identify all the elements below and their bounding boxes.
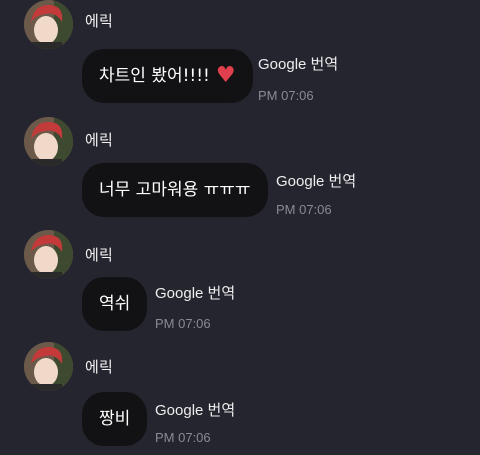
avatar[interactable]	[24, 117, 73, 166]
translate-label: 번역	[207, 401, 236, 419]
message-text: 너무 고마워용 ㅠㅠㅠ	[99, 180, 251, 200]
message-text: 역쉬	[99, 294, 131, 314]
google-translate-link[interactable]: Google 번역	[258, 53, 338, 74]
avatar[interactable]	[24, 342, 73, 391]
avatar[interactable]	[24, 230, 73, 279]
message-group: 에릭 역쉬 Google 번역 PM 07:06	[0, 230, 480, 340]
avatar[interactable]	[24, 0, 73, 49]
translate-brand: Google	[276, 173, 325, 190]
google-translate-link[interactable]: Google 번역	[155, 282, 235, 303]
message-bubble[interactable]: 너무 고마워용 ㅠㅠㅠ	[82, 163, 268, 217]
translate-label: 번역	[328, 172, 357, 190]
message-group: 에릭 짱비 Google 번역 PM 07:06	[0, 342, 480, 455]
translate-label: 번역	[310, 55, 339, 73]
message-timestamp: PM 07:06	[155, 316, 211, 331]
translate-brand: Google	[258, 56, 307, 73]
sender-name: 에릭	[85, 358, 114, 376]
message-group: 에릭 너무 고마워용 ㅠㅠㅠ Google 번역 PM 07:06	[0, 117, 480, 227]
google-translate-link[interactable]: Google 번역	[155, 399, 235, 420]
heart-icon: ♥	[215, 63, 236, 88]
translate-label: 번역	[207, 284, 236, 302]
sender-name: 에릭	[85, 246, 114, 264]
message-timestamp: PM 07:06	[155, 430, 211, 445]
message-group: 에릭 차트인 봤어!!!! ♥ Google 번역 PM 07:06	[0, 0, 480, 110]
message-text: 차트인 봤어!!!!	[99, 66, 210, 86]
message-timestamp: PM 07:06	[276, 202, 332, 217]
translate-brand: Google	[155, 402, 204, 419]
translate-brand: Google	[155, 285, 204, 302]
google-translate-link[interactable]: Google 번역	[276, 170, 356, 191]
message-text: 짱비	[99, 409, 131, 429]
message-bubble[interactable]: 짱비	[82, 392, 148, 446]
message-bubble[interactable]: 차트인 봤어!!!! ♥	[82, 49, 253, 103]
message-bubble[interactable]: 역쉬	[82, 277, 148, 331]
message-timestamp: PM 07:06	[258, 88, 314, 103]
sender-name: 에릭	[85, 12, 114, 30]
sender-name: 에릭	[85, 131, 114, 149]
